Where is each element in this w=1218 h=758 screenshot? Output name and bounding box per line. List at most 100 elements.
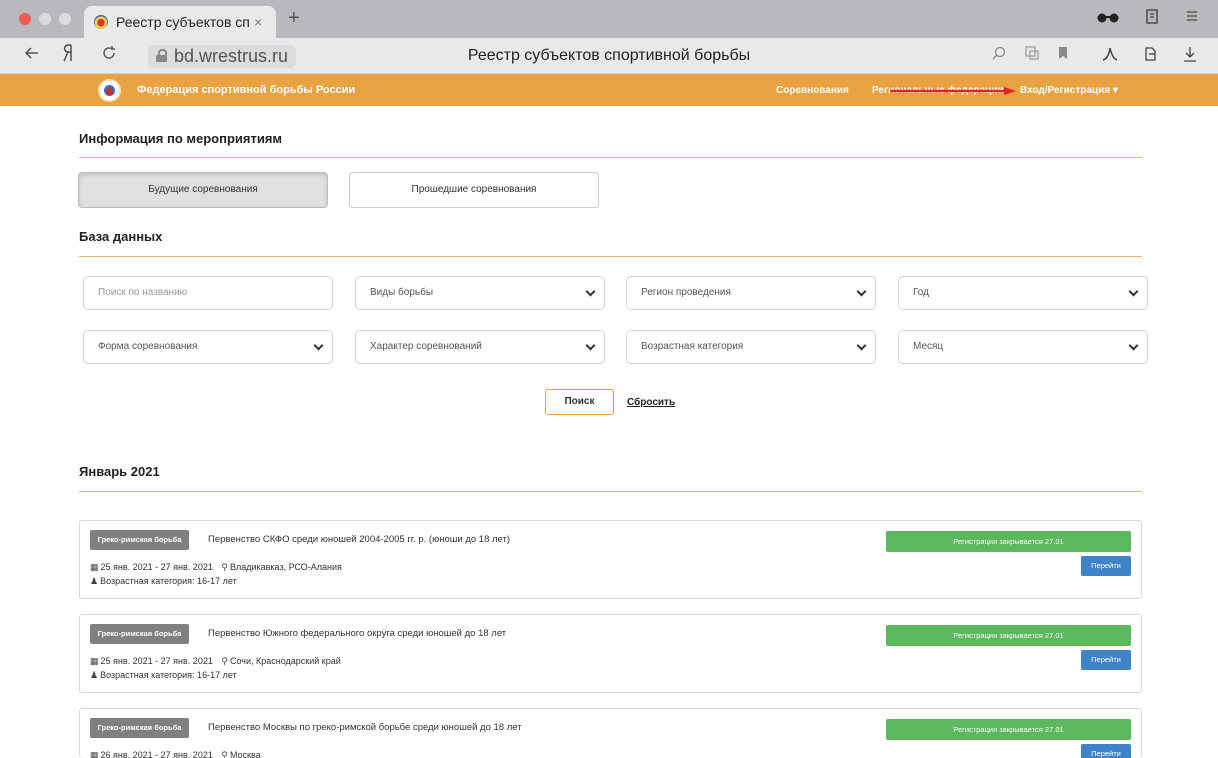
- browser-address-bar: bd.wrestrus.ru Реестр субъектов спортивн…: [0, 38, 1218, 74]
- calendar-icon: ▦: [90, 656, 99, 666]
- select-value: Форма соревнования: [98, 341, 198, 352]
- divider: [79, 491, 1142, 492]
- go-button[interactable]: Перейти: [1081, 744, 1131, 758]
- page-title: Реестр субъектов спортивной борьбы: [467, 47, 751, 64]
- month-select[interactable]: Месяц: [898, 330, 1148, 364]
- registration-status-badge: Регистрация закрывается 27.01: [886, 719, 1131, 740]
- url-text: bd.wrestrus.ru: [174, 46, 289, 66]
- tab-past-competitions[interactable]: Прошедшие соревнования: [349, 172, 599, 208]
- event-title: Первенство Южного федерального округа ср…: [208, 628, 507, 639]
- event-title: Первенство СКФО среди юношей 2004-2005 г…: [208, 534, 511, 545]
- calendar-icon: ▦: [90, 562, 99, 572]
- divider: [79, 256, 1142, 257]
- database-section-title: База данных: [79, 229, 163, 244]
- select-value: Год: [913, 287, 929, 298]
- go-button[interactable]: Перейти: [1081, 556, 1131, 576]
- tools-icon[interactable]: [1101, 46, 1119, 67]
- minimize-window-button[interactable]: [39, 13, 51, 25]
- event-dates-location: ▦ 25 янв. 2021 - 27 янв. 2021 ⚲ Владикавка…: [90, 562, 342, 573]
- location-pin-icon: ⚲: [221, 750, 228, 758]
- lock-icon: [156, 49, 167, 62]
- location-pin-icon: ⚲: [221, 562, 228, 572]
- wrestling-type-badge: Греко-римская борьба: [90, 624, 189, 644]
- competition-form-select[interactable]: Форма соревнования: [83, 330, 333, 364]
- maximize-window-button[interactable]: [59, 13, 71, 25]
- event-age: Возрастная категория: 16-17 лет: [100, 576, 237, 586]
- tab-future-competitions[interactable]: Будущие соревнования: [78, 172, 328, 208]
- incognito-glasses-icon[interactable]: [1097, 10, 1119, 28]
- chevron-down-icon: [856, 286, 867, 297]
- event-dates: 25 янв. 2021 - 27 янв. 2021: [100, 562, 213, 572]
- event-card: Греко-римская борьба Первенство Москвы п…: [79, 708, 1142, 758]
- chevron-down-icon: [1128, 340, 1139, 351]
- event-card: Греко-римская борьба Первенство СКФО сре…: [79, 520, 1142, 599]
- wrestling-type-badge: Греко-римская борьба: [90, 530, 189, 550]
- browser-tab[interactable]: Реестр субъектов спо ×: [84, 6, 276, 38]
- event-dates: 25 янв. 2021 - 27 янв. 2021: [100, 656, 213, 666]
- event-location: Москва: [229, 750, 261, 758]
- select-value: Характер соревнований: [370, 341, 482, 352]
- event-dates: 26 янв. 2021 - 27 янв. 2021: [100, 750, 213, 758]
- wrestling-type-badge: Греко-римская борьба: [90, 718, 189, 738]
- event-age-row: ♟ Возрастная категория: 16-17 лет: [90, 576, 237, 587]
- reset-link[interactable]: Сбросить: [627, 397, 675, 408]
- tab-title: Реестр субъектов спо: [116, 14, 250, 30]
- event-dates-location: ▦ 25 янв. 2021 - 27 янв. 2021 ⚲ Сочи, Крас…: [90, 656, 341, 667]
- registration-status-badge: Регистрация закрывается 27.01: [886, 625, 1131, 646]
- chevron-down-icon: [585, 286, 596, 297]
- url-field[interactable]: bd.wrestrus.ru: [148, 45, 297, 68]
- reload-icon[interactable]: [101, 44, 117, 67]
- download-icon[interactable]: [1183, 46, 1197, 67]
- close-window-button[interactable]: [19, 13, 31, 25]
- competition-nature-select[interactable]: Характер соревнований: [355, 330, 605, 364]
- region-select[interactable]: Регион проведения: [626, 276, 876, 310]
- event-dates-location: ▦ 26 янв. 2021 - 27 янв. 2021 ⚲ Москва: [90, 750, 261, 758]
- event-location: Сочи, Краснодарский край: [229, 656, 341, 666]
- year-select[interactable]: Год: [898, 276, 1148, 310]
- go-button[interactable]: Перейти: [1081, 650, 1131, 670]
- select-value: Месяц: [913, 341, 944, 352]
- age-category-select[interactable]: Возрастная категория: [626, 330, 876, 364]
- chevron-down-icon: [856, 340, 867, 351]
- divider: [79, 157, 1142, 158]
- event-age: Возрастная категория: 16-17 лет: [100, 670, 237, 680]
- back-arrow-icon[interactable]: [24, 44, 40, 67]
- share-icon[interactable]: [1143, 46, 1159, 67]
- search-icon[interactable]: [992, 46, 1006, 65]
- chevron-down-icon: [313, 340, 324, 351]
- browser-tab-bar: Реестр субъектов спо × +: [0, 0, 1218, 38]
- chevron-down-icon: [1128, 286, 1139, 297]
- select-value: Регион проведения: [641, 287, 731, 298]
- event-location: Владикавказ, РСО-Алания: [229, 562, 342, 572]
- red-arrow-annotation: [890, 87, 1016, 95]
- federation-logo-icon[interactable]: [98, 79, 121, 102]
- event-age-row: ♟ Возрастная категория: 16-17 лет: [90, 670, 237, 681]
- month-section-title: Январь 2021: [79, 464, 160, 479]
- bookmark-icon[interactable]: [1058, 46, 1068, 65]
- search-button[interactable]: Поиск: [545, 389, 614, 415]
- translate-icon[interactable]: [1025, 46, 1039, 65]
- nav-link-competitions[interactable]: Соревнования: [776, 85, 849, 96]
- search-input[interactable]: Поиск по названию: [83, 276, 333, 310]
- tab-close-icon[interactable]: ×: [254, 14, 262, 30]
- user-icon: ♟: [90, 670, 99, 680]
- brand-link[interactable]: Федерация спортивной борьбы России: [137, 84, 355, 96]
- select-value: Виды борьбы: [370, 287, 434, 298]
- wrestling-type-select[interactable]: Виды борьбы: [355, 276, 605, 310]
- login-register-dropdown[interactable]: Вход/Регистрация ▾: [1020, 85, 1118, 96]
- bookmarks-panel-icon[interactable]: [1145, 9, 1159, 30]
- user-icon: ♟: [90, 576, 99, 586]
- menu-icon[interactable]: [1186, 9, 1198, 27]
- event-card: Греко-римская борьба Первенство Южного ф…: [79, 614, 1142, 693]
- new-tab-button[interactable]: +: [288, 7, 300, 30]
- location-pin-icon: ⚲: [221, 656, 228, 666]
- chevron-down-icon: [585, 340, 596, 351]
- yandex-logo-icon[interactable]: [62, 44, 74, 68]
- site-navbar: Федерация спортивной борьбы России Сорев…: [0, 74, 1218, 106]
- calendar-icon: ▦: [90, 750, 99, 758]
- event-title: Первенство Москвы по греко-римской борьб…: [208, 722, 522, 733]
- events-section-title: Информация по мероприятиям: [79, 131, 283, 146]
- site-favicon-icon: [94, 15, 108, 29]
- select-value: Возрастная категория: [641, 341, 744, 352]
- registration-status-badge: Регистрация закрывается 27.01: [886, 531, 1131, 552]
